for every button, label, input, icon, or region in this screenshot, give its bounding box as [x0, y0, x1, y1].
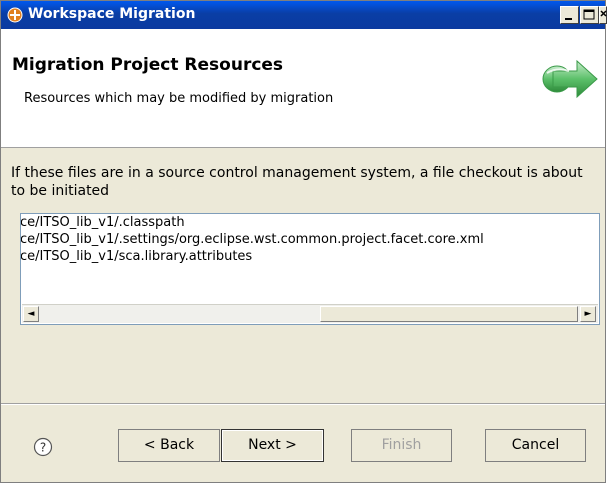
scroll-left-button[interactable]: ◄ — [23, 306, 39, 322]
back-button[interactable]: < Back — [118, 429, 220, 462]
list-item[interactable]: ce/ITSO_lib_v1/.classpath — [21, 215, 185, 230]
list-item[interactable]: ce/ITSO_lib_v1/.settings/org.eclipse.wst… — [21, 232, 484, 247]
page-description: Resources which may be modified by migra… — [24, 91, 334, 106]
horizontal-scrollbar[interactable]: ◄ ► — [22, 304, 598, 323]
left-arrow-icon: ◄ — [27, 309, 35, 319]
migration-arrow-icon — [542, 59, 598, 99]
next-button[interactable]: Next > — [221, 429, 324, 462]
minimize-button[interactable] — [560, 6, 579, 24]
checkout-message: If these files are in a source control m… — [11, 165, 583, 199]
right-arrow-icon: ► — [584, 309, 592, 319]
window-title: Workspace Migration — [28, 6, 196, 22]
minimize-icon — [565, 18, 572, 20]
list-item[interactable]: ce/ITSO_lib_v1/sca.library.attributes — [21, 249, 252, 264]
maximize-button[interactable] — [580, 6, 599, 24]
svg-text:?: ? — [40, 441, 46, 455]
migration-app-icon — [7, 7, 23, 23]
wizard-header: Migration Project Resources Resources wh… — [1, 29, 605, 148]
migration-dialog: Workspace Migration Migration Project Re… — [0, 0, 607, 483]
scrollbar-thumb[interactable] — [320, 306, 578, 322]
maximize-icon — [583, 9, 595, 20]
page-title: Migration Project Resources — [12, 55, 284, 75]
close-icon — [600, 10, 607, 17]
finish-button[interactable]: Finish — [351, 429, 452, 462]
cancel-button[interactable]: Cancel — [485, 429, 586, 462]
resource-file-list[interactable]: ce/ITSO_lib_v1/.classpath ce/ITSO_lib_v1… — [20, 213, 600, 325]
scroll-right-button[interactable]: ► — [580, 306, 596, 322]
title-bar: Workspace Migration — [1, 1, 607, 29]
close-button[interactable] — [599, 6, 607, 24]
help-icon[interactable]: ? — [33, 437, 53, 457]
